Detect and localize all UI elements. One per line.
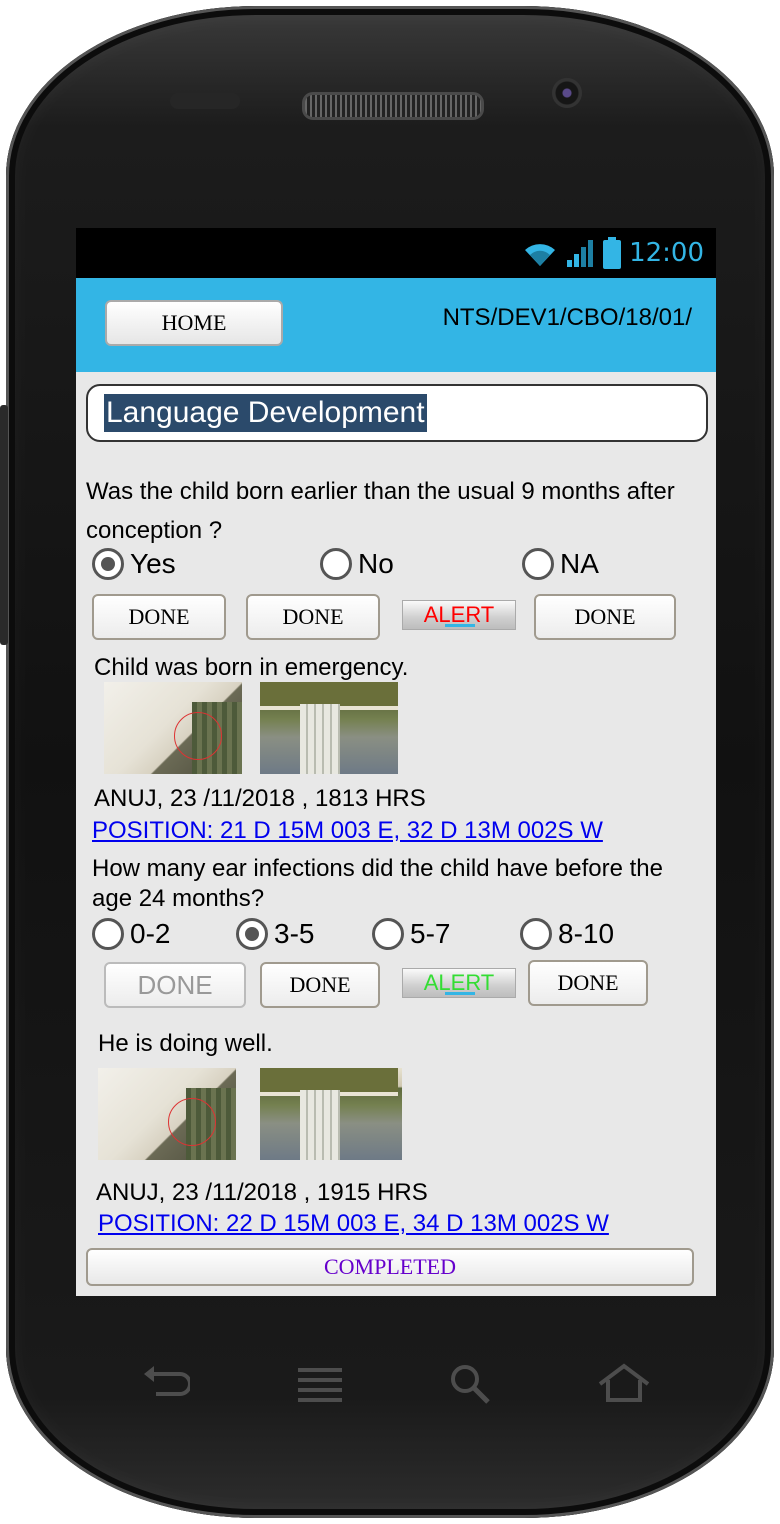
battery-icon xyxy=(603,237,622,269)
question-1-text: Was the child born earlier than the usua… xyxy=(86,478,675,544)
radio-empty-icon xyxy=(92,918,124,950)
radio-yes[interactable]: Yes xyxy=(92,548,176,580)
question-2-note: He is doing well. xyxy=(98,1030,273,1057)
radio-label: No xyxy=(358,548,394,579)
radio-0-2[interactable]: 0-2 xyxy=(92,918,170,950)
radio-label: 5-7 xyxy=(410,918,451,949)
menu-icon[interactable] xyxy=(294,1364,346,1404)
section-title: Language Development xyxy=(104,394,427,432)
status-bar: 12:00 xyxy=(76,228,716,278)
question-1-note: Child was born in emergency. xyxy=(94,654,409,681)
done-button[interactable]: DONE xyxy=(534,594,676,640)
photo-thumbnail[interactable] xyxy=(260,1068,402,1160)
photo-thumbnail[interactable] xyxy=(260,682,398,774)
radio-selected-icon xyxy=(236,918,268,950)
alert-button[interactable]: ALERT xyxy=(402,968,516,998)
back-icon[interactable] xyxy=(140,1364,190,1400)
radio-label: 0-2 xyxy=(130,918,171,949)
photo-thumbnail[interactable] xyxy=(104,682,242,774)
completed-button[interactable]: COMPLETED xyxy=(86,1248,694,1286)
question-2-timestamp: ANUJ, 23 /11/2018 , 1915 HRS xyxy=(96,1179,428,1206)
app-screen: 12:00 HOME NTS/DEV1/CBO/18/01/ Language … xyxy=(76,228,716,1296)
question-1-timestamp: ANUJ, 23 /11/2018 , 1813 HRS xyxy=(94,785,426,812)
radio-label: 3-5 xyxy=(274,918,315,949)
radio-8-10[interactable]: 8-10 xyxy=(520,918,614,950)
radio-label: 8-10 xyxy=(558,918,615,949)
done-button[interactable]: DONE xyxy=(92,594,226,640)
earpiece-speaker xyxy=(302,92,484,120)
proximity-sensor xyxy=(170,93,240,109)
done-button-disabled[interactable]: DONE xyxy=(104,962,246,1008)
question-2-text: How many ear infections did the child ha… xyxy=(92,855,663,912)
question-1-position-link[interactable]: POSITION: 21 D 15M 003 E, 32 D 13M 002S … xyxy=(92,817,603,845)
signal-icon xyxy=(567,240,594,267)
search-icon[interactable] xyxy=(448,1362,492,1406)
volume-button xyxy=(0,405,8,645)
radio-3-5[interactable]: 3-5 xyxy=(236,918,314,950)
radio-empty-icon xyxy=(320,548,352,580)
question-2-position-link[interactable]: POSITION: 22 D 15M 003 E, 34 D 13M 002S … xyxy=(98,1210,609,1238)
home-icon[interactable] xyxy=(596,1362,652,1404)
home-button[interactable]: HOME xyxy=(105,300,283,346)
done-button[interactable]: DONE xyxy=(528,960,648,1006)
alert-underline xyxy=(445,624,475,627)
alert-underline xyxy=(445,992,475,995)
record-code: NTS/DEV1/CBO/18/01/ xyxy=(442,304,692,331)
front-camera xyxy=(552,78,582,108)
done-button[interactable]: DONE xyxy=(246,594,380,640)
alert-button[interactable]: ALERT xyxy=(402,600,516,630)
radio-empty-icon xyxy=(520,918,552,950)
radio-na[interactable]: NA xyxy=(522,548,599,580)
question-2-options: 0-2 3-5 5-7 8-10 xyxy=(76,918,716,958)
radio-label: Yes xyxy=(130,548,176,579)
question-1-options: Yes No NA xyxy=(76,548,716,588)
radio-empty-icon xyxy=(522,548,554,580)
radio-5-7[interactable]: 5-7 xyxy=(372,918,450,950)
app-bar: HOME NTS/DEV1/CBO/18/01/ xyxy=(76,278,716,372)
done-button[interactable]: DONE xyxy=(260,962,380,1008)
section-title-field[interactable]: Language Development xyxy=(86,384,708,442)
wifi-icon xyxy=(525,244,556,266)
photo-thumbnail[interactable] xyxy=(98,1068,236,1160)
radio-label: NA xyxy=(560,548,599,579)
radio-selected-icon xyxy=(92,548,124,580)
radio-no[interactable]: No xyxy=(320,548,394,580)
radio-empty-icon xyxy=(372,918,404,950)
status-time: 12:00 xyxy=(629,238,704,268)
